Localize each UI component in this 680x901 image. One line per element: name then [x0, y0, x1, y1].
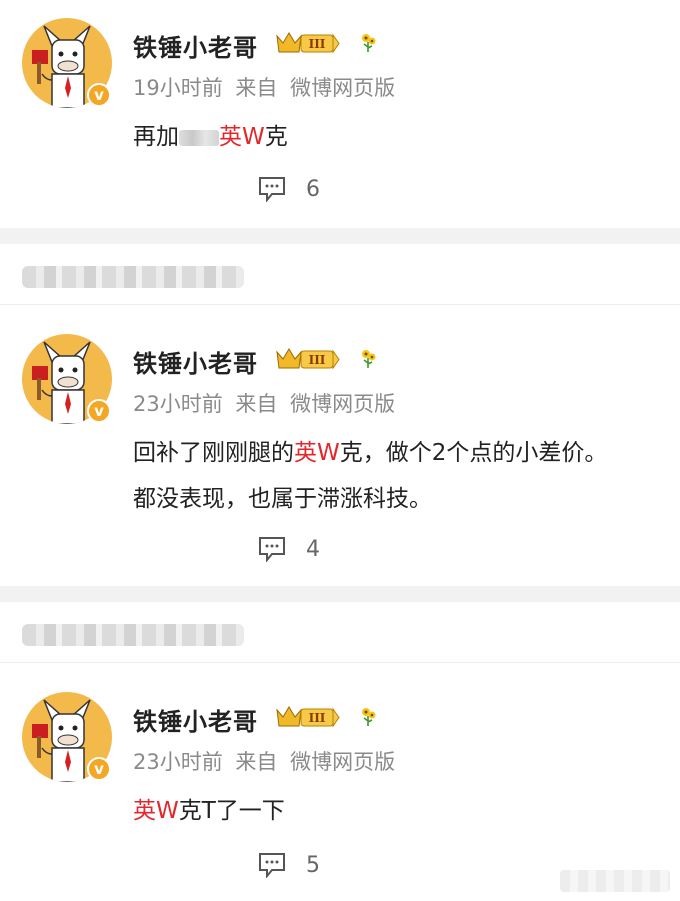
post-2: v 铁锤小老哥 III 23小时前 来自 微博网页版 回补了刚刚腿的英W克，做个…: [0, 316, 680, 586]
comment-count: 5: [306, 852, 320, 878]
comment-button[interactable]: 5: [258, 852, 320, 878]
avatar[interactable]: v: [22, 334, 112, 424]
post-content: 回补了刚刚腿的英W克，做个2个点的小差价。 都没表现，也属于滞涨科技。: [133, 430, 607, 522]
quoted-header[interactable]: [22, 620, 244, 650]
avatar[interactable]: v: [22, 18, 112, 108]
post-time: 19小时前: [133, 76, 223, 100]
comment-count: 4: [306, 536, 320, 562]
post-content: 英W克T了一下: [133, 788, 285, 834]
source-prefix: 来自: [235, 392, 278, 416]
post-meta: 23小时前 来自 微博网页版: [133, 388, 401, 418]
comment-icon: [259, 537, 285, 562]
post-source[interactable]: 微博网页版: [290, 76, 395, 100]
comment-icon: [259, 177, 285, 202]
quoted-header[interactable]: [22, 262, 244, 292]
redacted-text: [179, 129, 219, 146]
comment-icon: [259, 853, 285, 878]
content-text: 再加: [133, 124, 179, 150]
post-meta: 23小时前 来自 微博网页版: [133, 746, 401, 776]
verified-icon: v: [87, 757, 111, 781]
verified-icon: v: [87, 399, 111, 423]
post-source[interactable]: 微博网页版: [290, 392, 395, 416]
keyword-text[interactable]: W: [242, 124, 265, 150]
svg-text:III: III: [309, 353, 326, 367]
content-text: 克T了一下: [178, 798, 285, 824]
divider: [0, 304, 680, 305]
source-prefix: 来自: [235, 76, 278, 100]
separator: [0, 586, 680, 602]
post-source[interactable]: 微博网页版: [290, 750, 395, 774]
content-text: 克，做个2个点的小差价。: [339, 440, 608, 466]
watermark: [560, 870, 670, 892]
comment-button[interactable]: 4: [258, 536, 320, 562]
post-content: 再加 英W克: [133, 114, 288, 160]
content-text: 回补了刚刚腿的: [133, 440, 294, 466]
divider: [0, 662, 680, 663]
keyword-text[interactable]: W: [156, 798, 179, 824]
flower-icon[interactable]: [356, 346, 380, 370]
keyword-text[interactable]: 英: [133, 798, 156, 824]
post-time: 23小时前: [133, 392, 223, 416]
keyword-text[interactable]: W: [317, 440, 340, 466]
content-text: 克: [264, 124, 288, 150]
comment-count: 6: [306, 176, 320, 202]
verified-icon: v: [87, 83, 111, 107]
rank-crown-icon[interactable]: III: [275, 346, 341, 372]
content-line: 回补了刚刚腿的英W克，做个2个点的小差价。: [133, 430, 607, 476]
avatar[interactable]: v: [22, 692, 112, 782]
redacted-text: [22, 624, 244, 646]
keyword-text[interactable]: 英: [294, 440, 317, 466]
author-name[interactable]: 铁锤小老哥: [133, 344, 258, 379]
author-name[interactable]: 铁锤小老哥: [133, 702, 258, 737]
separator: [0, 228, 680, 244]
rank-crown-icon[interactable]: III: [275, 704, 341, 730]
rank-crown-icon[interactable]: III: [275, 30, 341, 56]
author-name[interactable]: 铁锤小老哥: [133, 28, 258, 63]
source-prefix: 来自: [235, 750, 278, 774]
redacted-text: [22, 266, 244, 288]
post-meta: 19小时前 来自 微博网页版: [133, 72, 401, 102]
svg-text:III: III: [309, 37, 326, 51]
post-1: v 铁锤小老哥 III 19小时前 来自 微博网页版 再加 英W克 6: [0, 0, 680, 228]
keyword-text[interactable]: 英: [219, 124, 242, 150]
post-3: v 铁锤小老哥 III 23小时前 来自 微博网页版 英W克T了一下 5: [0, 674, 680, 901]
comment-button[interactable]: 6: [258, 176, 320, 202]
flower-icon[interactable]: [356, 30, 380, 54]
svg-text:III: III: [309, 711, 326, 725]
content-line: 都没表现，也属于滞涨科技。: [133, 486, 432, 512]
flower-icon[interactable]: [356, 704, 380, 728]
post-time: 23小时前: [133, 750, 223, 774]
